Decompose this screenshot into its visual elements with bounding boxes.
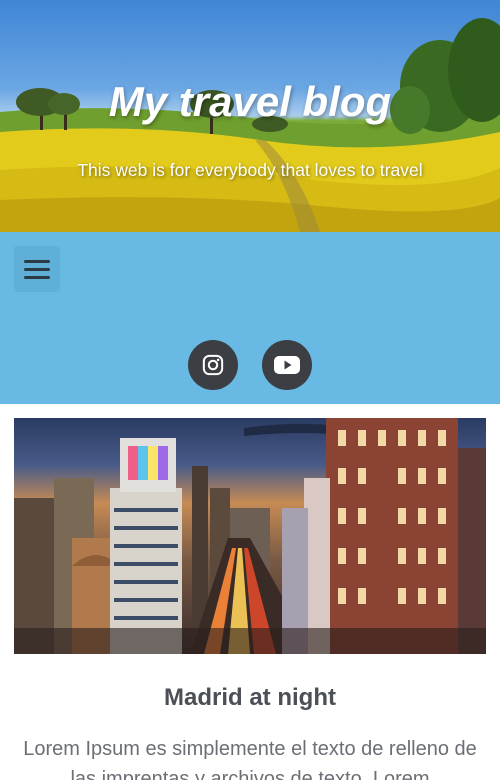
site-header-hero: My travel blog This web is for everybody…: [0, 0, 500, 232]
hamburger-icon: [24, 259, 50, 263]
youtube-link[interactable]: [262, 340, 312, 390]
menu-toggle-button[interactable]: [14, 246, 60, 292]
social-links: [188, 340, 312, 390]
instagram-link[interactable]: [188, 340, 238, 390]
navigation-bar: [0, 232, 500, 404]
post-title[interactable]: Madrid at night: [0, 684, 500, 712]
site-title[interactable]: My travel blog: [0, 78, 500, 126]
hamburger-icon-line: [24, 267, 50, 271]
site-tagline: This web is for everybody that loves to …: [77, 160, 423, 180]
post-excerpt: Lorem Ipsum es simplemente el texto de r…: [23, 738, 477, 780]
madrid-night-photo: [14, 418, 486, 654]
youtube-icon: [274, 356, 300, 374]
hamburger-icon-line: [24, 275, 50, 279]
instagram-icon: [202, 354, 224, 376]
post-featured-image[interactable]: [14, 418, 486, 654]
